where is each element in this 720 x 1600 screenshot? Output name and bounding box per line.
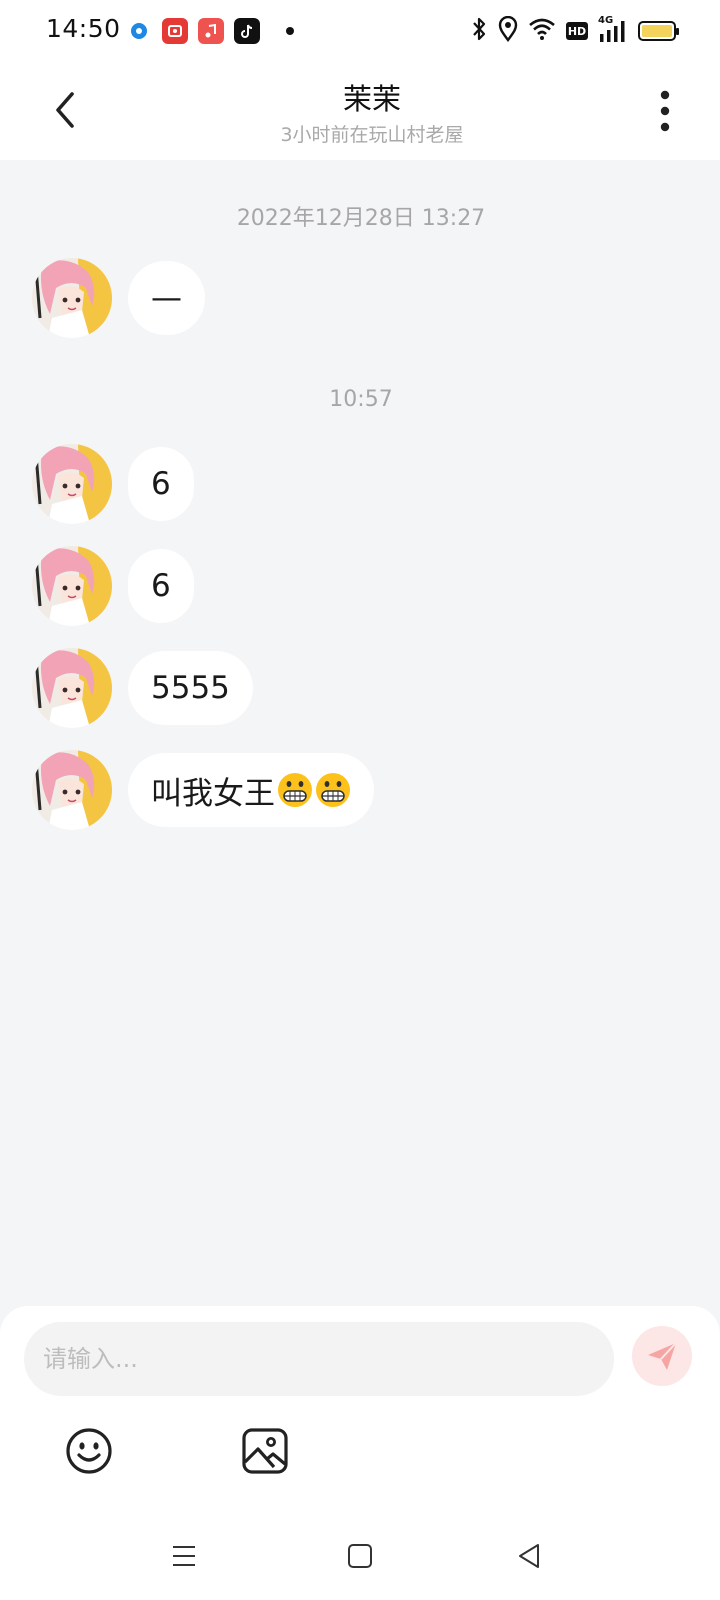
message-timestamp: 2022年12月28日 13:27 — [236, 206, 486, 231]
message-text: 6 — [151, 568, 171, 604]
nav-back-button[interactable] — [510, 1536, 550, 1576]
paper-plane-icon — [648, 1342, 677, 1370]
message-row: 叫我女王 — [32, 750, 374, 830]
message-input[interactable] — [24, 1322, 614, 1396]
battery-icon — [638, 21, 679, 41]
send-button[interactable] — [632, 1326, 692, 1386]
red-music-app-icon — [198, 18, 224, 44]
anime-avatar-image — [32, 546, 112, 626]
nav-home-button[interactable] — [340, 1536, 380, 1576]
anime-avatar-image — [32, 258, 112, 338]
square-home-icon — [348, 1544, 372, 1568]
chat-screen: 14:50 HD 4G 茉茉 3小时前在玩山村老屋 2022年12月28日 13… — [0, 0, 720, 1600]
nav-menu-button[interactable] — [164, 1536, 204, 1576]
message-bubble[interactable]: — — [128, 261, 205, 335]
image-button[interactable] — [240, 1426, 290, 1476]
message-row: 6 — [32, 444, 194, 524]
image-icon — [242, 1428, 288, 1474]
blue-circle-app-icon — [126, 18, 152, 44]
more-notifications-dot-icon — [286, 27, 294, 35]
system-indicators: HD 4G — [470, 15, 679, 46]
hd-badge: HD — [566, 22, 588, 40]
cellular-signal-icon: 4G — [598, 15, 628, 44]
triangle-back-icon — [519, 1544, 539, 1568]
location-icon — [498, 15, 518, 46]
message-row: — — [32, 258, 205, 338]
red-video-app-icon — [162, 18, 188, 44]
contact-name: 茉茉 — [342, 82, 401, 116]
tiktok-app-icon — [234, 18, 260, 44]
notification-app-icons — [126, 18, 294, 44]
avatar[interactable] — [32, 750, 112, 830]
grinning-face-emoji — [316, 773, 350, 807]
message-bubble[interactable]: 6 — [128, 549, 194, 623]
emoji-button[interactable] — [64, 1426, 114, 1476]
message-text: — — [151, 280, 182, 316]
avatar[interactable] — [32, 546, 112, 626]
message-row: 6 — [32, 546, 194, 626]
anime-avatar-image — [32, 750, 112, 830]
avatar[interactable] — [32, 258, 112, 338]
bluetooth-icon — [470, 16, 488, 46]
message-text: 叫我女王 — [151, 775, 275, 812]
avatar[interactable] — [32, 648, 112, 728]
hamburger-icon — [173, 1546, 195, 1566]
message-bubble[interactable]: 6 — [128, 447, 194, 521]
battery-level — [642, 25, 672, 37]
message-text: 5555 — [151, 670, 230, 706]
vertical-dots-icon — [660, 90, 670, 132]
message-row: 5555 — [32, 648, 253, 728]
more-options-button[interactable] — [650, 88, 680, 134]
status-bar: 14:50 HD 4G — [0, 0, 720, 62]
status-time: 14:50 — [46, 14, 121, 43]
message-text: 6 — [151, 466, 171, 502]
wifi-icon — [528, 17, 556, 45]
message-bubble[interactable]: 叫我女王 — [128, 753, 374, 827]
grinning-face-emoji — [278, 773, 312, 807]
avatar[interactable] — [32, 444, 112, 524]
message-bubble[interactable]: 5555 — [128, 651, 253, 725]
anime-avatar-image — [32, 648, 112, 728]
anime-avatar-image — [32, 444, 112, 524]
chat-header: 茉茉 3小时前在玩山村老屋 — [0, 62, 720, 160]
contact-status: 3小时前在玩山村老屋 — [280, 124, 464, 146]
emoji-icon — [66, 1428, 112, 1474]
message-timestamp: 10:57 — [329, 387, 393, 412]
